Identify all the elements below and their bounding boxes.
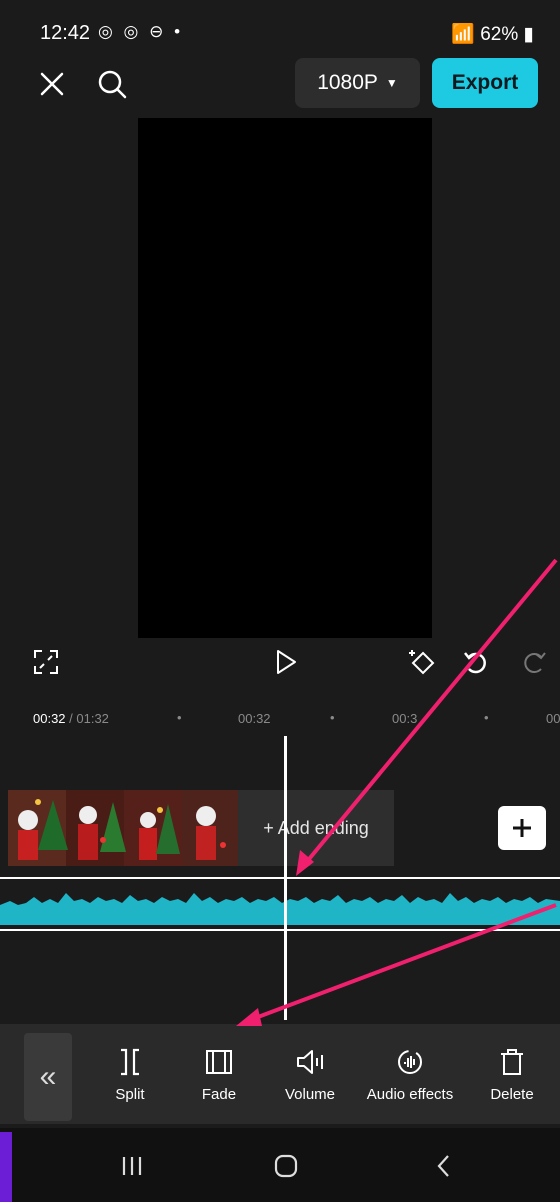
annotation-arrowhead	[236, 1008, 262, 1026]
annotation-arrow	[249, 903, 557, 1022]
annotation-arrows	[236, 558, 558, 1026]
annotation-arrow	[298, 558, 558, 872]
